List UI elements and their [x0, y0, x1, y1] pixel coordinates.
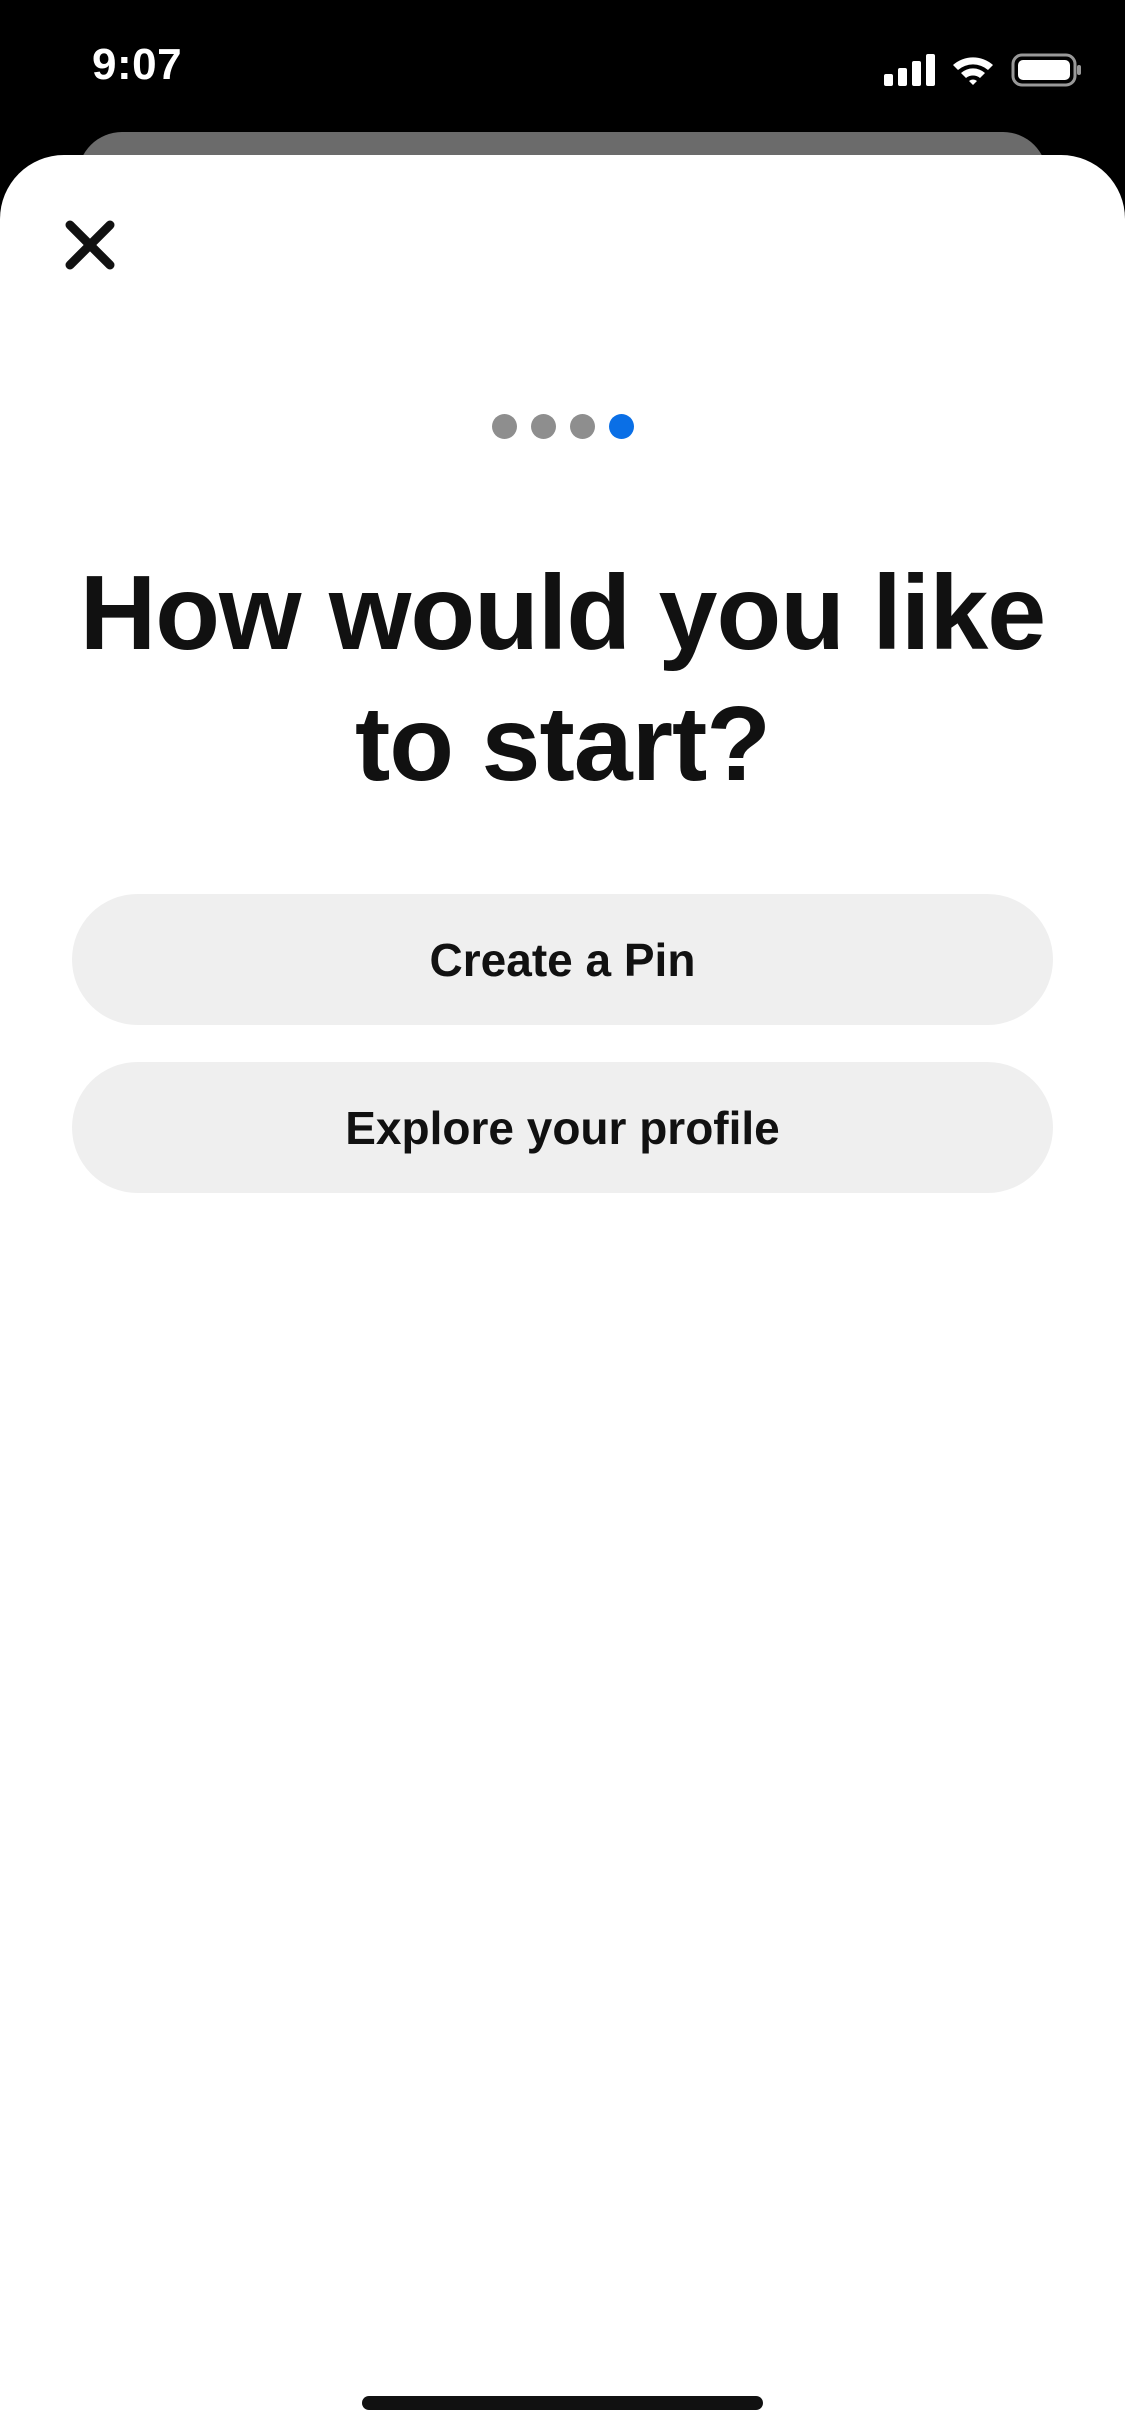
wifi-icon — [953, 57, 993, 85]
page-title: How would you like to start? — [79, 554, 1047, 803]
explore-profile-button[interactable]: Explore your profile — [72, 1062, 1053, 1193]
status-icons — [884, 50, 1083, 90]
battery-icon — [1011, 53, 1081, 87]
create-pin-button[interactable]: Create a Pin — [72, 894, 1053, 1025]
close-button[interactable] — [55, 210, 125, 280]
status-time: 9:07 — [92, 40, 183, 89]
progress-dot — [530, 414, 556, 439]
modal-sheet — [0, 155, 1125, 2436]
create-pin-label: Create a Pin — [429, 933, 696, 986]
status-bar: 9:07 — [0, 0, 1125, 140]
close-icon — [65, 220, 115, 270]
home-indicator[interactable] — [362, 2396, 763, 2410]
progress-dots — [0, 414, 1125, 439]
signal-icon — [884, 54, 935, 86]
progress-dot — [569, 414, 595, 439]
progress-dot — [491, 414, 517, 439]
explore-profile-label: Explore your profile — [345, 1101, 780, 1154]
progress-dot-active — [608, 414, 634, 439]
